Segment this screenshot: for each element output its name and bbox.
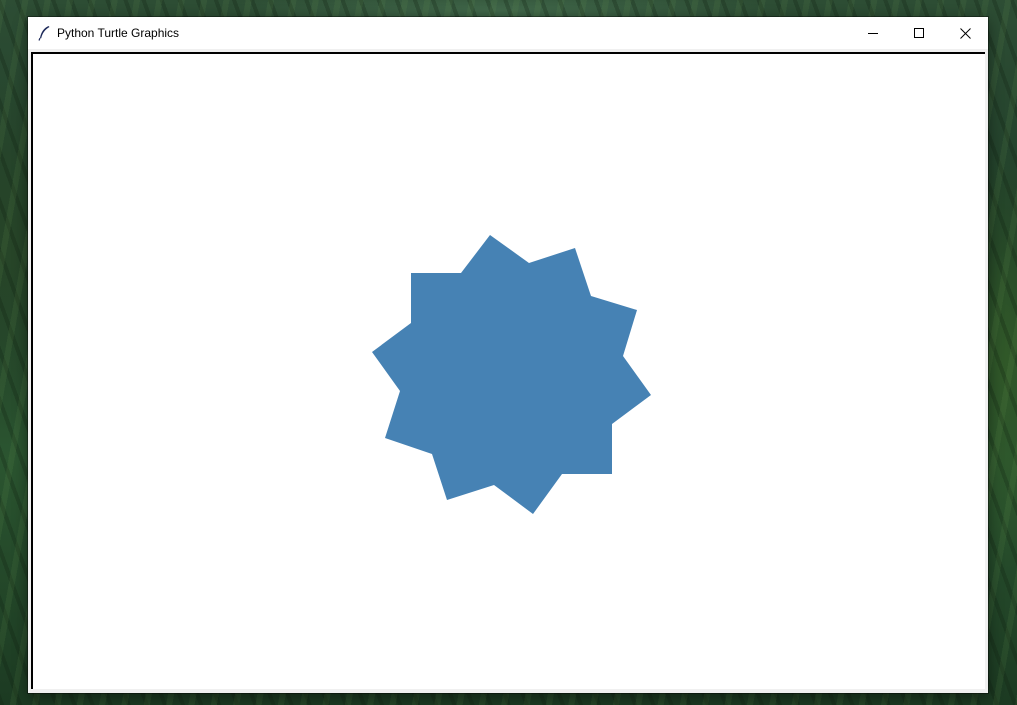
window-title: Python Turtle Graphics [57, 26, 180, 40]
maximize-button[interactable] [896, 17, 942, 49]
drawing-surface [372, 235, 651, 514]
star-polygon [372, 235, 651, 514]
minimize-button[interactable] [850, 17, 896, 49]
maximize-icon [914, 28, 924, 38]
close-button[interactable] [942, 17, 988, 49]
feather-icon[interactable] [37, 25, 51, 41]
title-bar[interactable]: Python Turtle Graphics [28, 17, 988, 49]
close-icon [959, 27, 971, 39]
minimize-icon [868, 33, 878, 34]
turtle-canvas[interactable] [31, 52, 985, 689]
turtle-graphics-window: Python Turtle Graphics [28, 17, 988, 693]
